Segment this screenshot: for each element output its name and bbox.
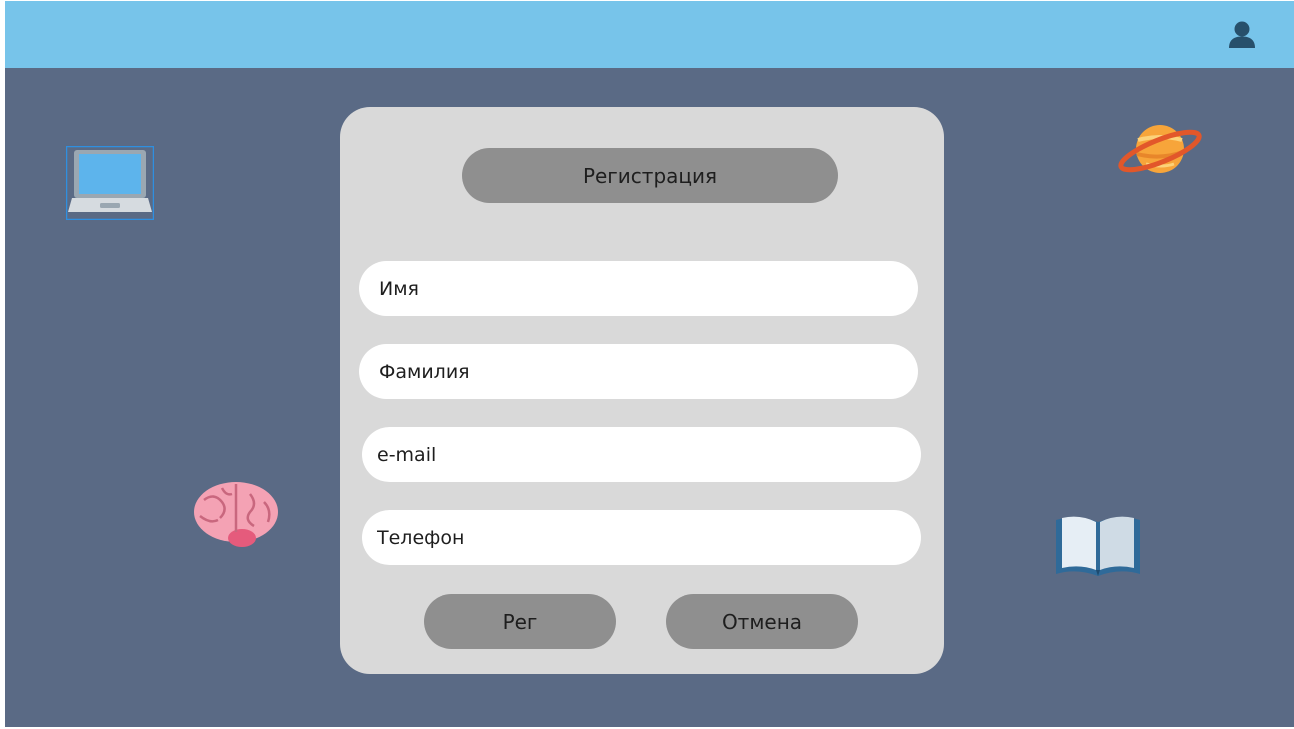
user-account-button[interactable] [1226,20,1258,50]
phone-field[interactable] [362,510,921,565]
registration-title: Регистрация [462,148,838,203]
app-window: Регистрация Рег Отмена [0,0,1294,729]
last-name-field[interactable] [359,344,918,399]
cancel-button[interactable]: Отмена [666,594,858,649]
email-field[interactable] [362,427,921,482]
register-button[interactable]: Рег [424,594,616,649]
brain-icon [194,482,278,547]
planet-icon [1118,125,1202,173]
book-icon [1056,516,1140,576]
first-name-field[interactable] [359,261,918,316]
user-icon [1229,21,1255,48]
laptop-icon [66,146,154,220]
top-bar [5,1,1294,68]
